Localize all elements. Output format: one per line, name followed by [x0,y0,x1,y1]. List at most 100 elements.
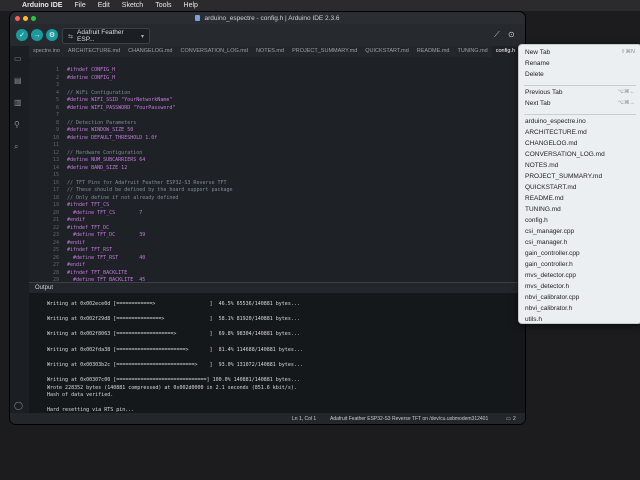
code-text: #ifndef TFT_BACKLITE [67,269,128,276]
menu-help[interactable]: Help [184,2,198,9]
output-line: Writing at 0x002f8063 [=================… [47,331,300,338]
menu-item-new-tab[interactable]: New Tab [525,49,550,56]
tab-config-h[interactable]: config.h [491,46,519,57]
menu-app-name[interactable]: Arduino IDE [22,2,62,9]
output-line: Writing at 0x002f29d8 [===============> … [47,316,300,323]
line-number: 14 [52,164,59,171]
cursor-position[interactable]: Ln 1, Col 1 [292,416,316,422]
code-text: #define WINDOW_SIZE 50 [67,127,134,133]
sketchbook-icon[interactable]: ▭ [14,54,22,63]
menu-file[interactable]: File [74,2,85,9]
code-text: // TFT Pins for Adafruit Feather ESP32-S… [67,179,227,186]
menu-item-delete[interactable]: Delete [525,71,544,78]
notification-icon[interactable]: ▭ [506,416,511,422]
debug-panel-icon[interactable]: ⚲ [14,120,20,129]
line-number: 15 [52,172,59,178]
code-text: #define TFT_DC 39 [67,232,146,238]
board-port-status[interactable]: Adafruit Feather ESP32-S3 Reverse TFT on… [330,416,488,422]
output-line: Writing at 0x002ece0d [============> ] 4… [47,301,300,307]
shortcut-hint: ⇧⌘N [620,49,635,55]
menu-item-file[interactable]: TUNING.md [525,206,561,213]
tab-readme[interactable]: README.md [413,46,454,57]
line-number: 9 [55,127,59,133]
verify-button[interactable]: ✓ [16,29,28,41]
menu-item-file[interactable]: csi_manager.h [525,239,567,246]
code-text: #define TFT_CS 7 [67,209,143,216]
menu-item-previous-tab[interactable]: Previous Tab [525,89,562,96]
menu-item-rename[interactable]: Rename [525,60,550,67]
code-editor[interactable]: 1 #ifndef CONFIG_H 2 #define CONFIG_H 3 4 // W… [29,57,525,282]
code-text: // WiFi Configuration [67,89,131,96]
upload-button[interactable]: → [31,29,43,41]
menu-item-file[interactable]: gain_controller.cpp [525,250,580,257]
menu-item-file[interactable]: QUICKSTART.md [525,184,576,191]
minimize-window-button[interactable] [23,15,28,21]
serial-plotter-icon[interactable]: ⟋ [494,30,500,40]
menu-separator [524,114,636,115]
menu-item-file[interactable]: nbvi_calibrator.h [525,305,572,312]
menu-item-file[interactable]: PROJECT_SUMMARY.md [525,173,602,180]
check-icon: ✓ [19,32,25,39]
output-header: Output [29,283,525,293]
boards-manager-icon[interactable]: ▤ [14,76,22,85]
code-text: #endif [67,217,86,223]
debug-icon: ⚙ [48,32,56,39]
library-manager-icon[interactable]: ▥ [14,98,22,107]
tab-spectre-ino[interactable]: spectre.ino [29,46,64,57]
menu-item-file[interactable]: utils.h [525,316,542,323]
menu-item-file[interactable]: csi_manager.cpp [525,228,574,235]
tab-quickstart[interactable]: QUICKSTART.md [361,46,413,57]
menu-item-file[interactable]: mvs_detector.h [525,283,569,290]
search-icon[interactable]: ⌕ [14,142,18,152]
status-bar: Ln 1, Col 1 Adafruit Feather ESP32-S3 Re… [10,413,525,424]
close-window-button[interactable] [15,15,20,21]
menu-item-file[interactable]: gain_controller.h [525,261,573,268]
code-text: #define CONFIG_H [67,74,116,81]
activity-bar: ▭ ▤ ▥ ⚲ ⌕ ◯ [10,46,30,424]
line-number: 24 [52,239,59,246]
code-text: // Detection Parameters [67,119,137,126]
tab-changelog[interactable]: CHANGELOG.md [124,46,176,57]
menu-item-file[interactable]: config.h [525,217,548,224]
line-number: 4 [55,89,59,96]
line-number: 21 [52,217,59,223]
menu-item-file[interactable]: CHANGELOG.md [525,140,577,147]
tab-tuning[interactable]: TUNING.md [453,46,491,57]
tab-project-summary[interactable]: PROJECT_SUMMARY.md [288,46,361,57]
board-selector[interactable]: ⇆ Adafruit Feather ESP... ▾ [62,28,150,44]
code-text: // These should be defined by the board … [67,187,233,193]
menu-item-file[interactable]: NOTES.md [525,162,558,169]
menu-sketch[interactable]: Sketch [122,2,143,9]
line-number: 18 [52,194,59,201]
toolbar: ✓ → ⚙ ⇆ Adafruit Feather ESP... ▾ ⟋ ⊙ [10,24,525,47]
line-number: 7 [55,112,59,118]
line-number: 13 [52,157,59,163]
line-number: 10 [52,134,59,141]
line-number: 22 [52,224,59,231]
menu-item-file[interactable]: mvs_detector.cpp [525,272,576,279]
tab-notes[interactable]: NOTES.md [252,46,288,57]
line-number: 1 [55,67,59,73]
output-line: Wrote 228352 bytes (140881 compressed) a… [47,384,297,391]
code-text: #ifndef TFT_RST [67,247,113,253]
menu-item-file[interactable]: CONVERSATION_LOG.md [525,151,605,158]
zoom-window-button[interactable] [31,15,36,21]
debug-button[interactable]: ⚙ [46,29,58,41]
tab-conversation-log[interactable]: CONVERSATION_LOG.md [177,46,252,57]
menu-edit[interactable]: Edit [98,2,110,9]
menu-item-file[interactable]: ARCHITECTURE.md [525,129,587,136]
menu-separator [524,85,636,86]
code-text: #define NUM_SUBCARRIERS 64 [67,157,146,163]
menu-tools[interactable]: Tools [155,2,171,9]
document-icon [195,15,201,21]
tab-architecture[interactable]: ARCHITECTURE.md [64,46,124,57]
menu-item-next-tab[interactable]: Next Tab [525,100,551,107]
code-text: #define TFT_RST 40 [67,254,146,261]
account-icon[interactable]: ◯ [14,401,23,410]
output-line: Writing at 0x00303b2c [=================… [47,361,303,368]
serial-monitor-icon[interactable]: ⊙ [508,30,515,39]
menu-item-file[interactable]: arduino_espectre.ino [525,118,586,125]
menu-item-file[interactable]: README.md [525,195,564,202]
menu-item-file[interactable]: nbvi_calibrator.cpp [525,294,579,301]
code-text: #ifndef CONFIG_H [67,67,116,73]
